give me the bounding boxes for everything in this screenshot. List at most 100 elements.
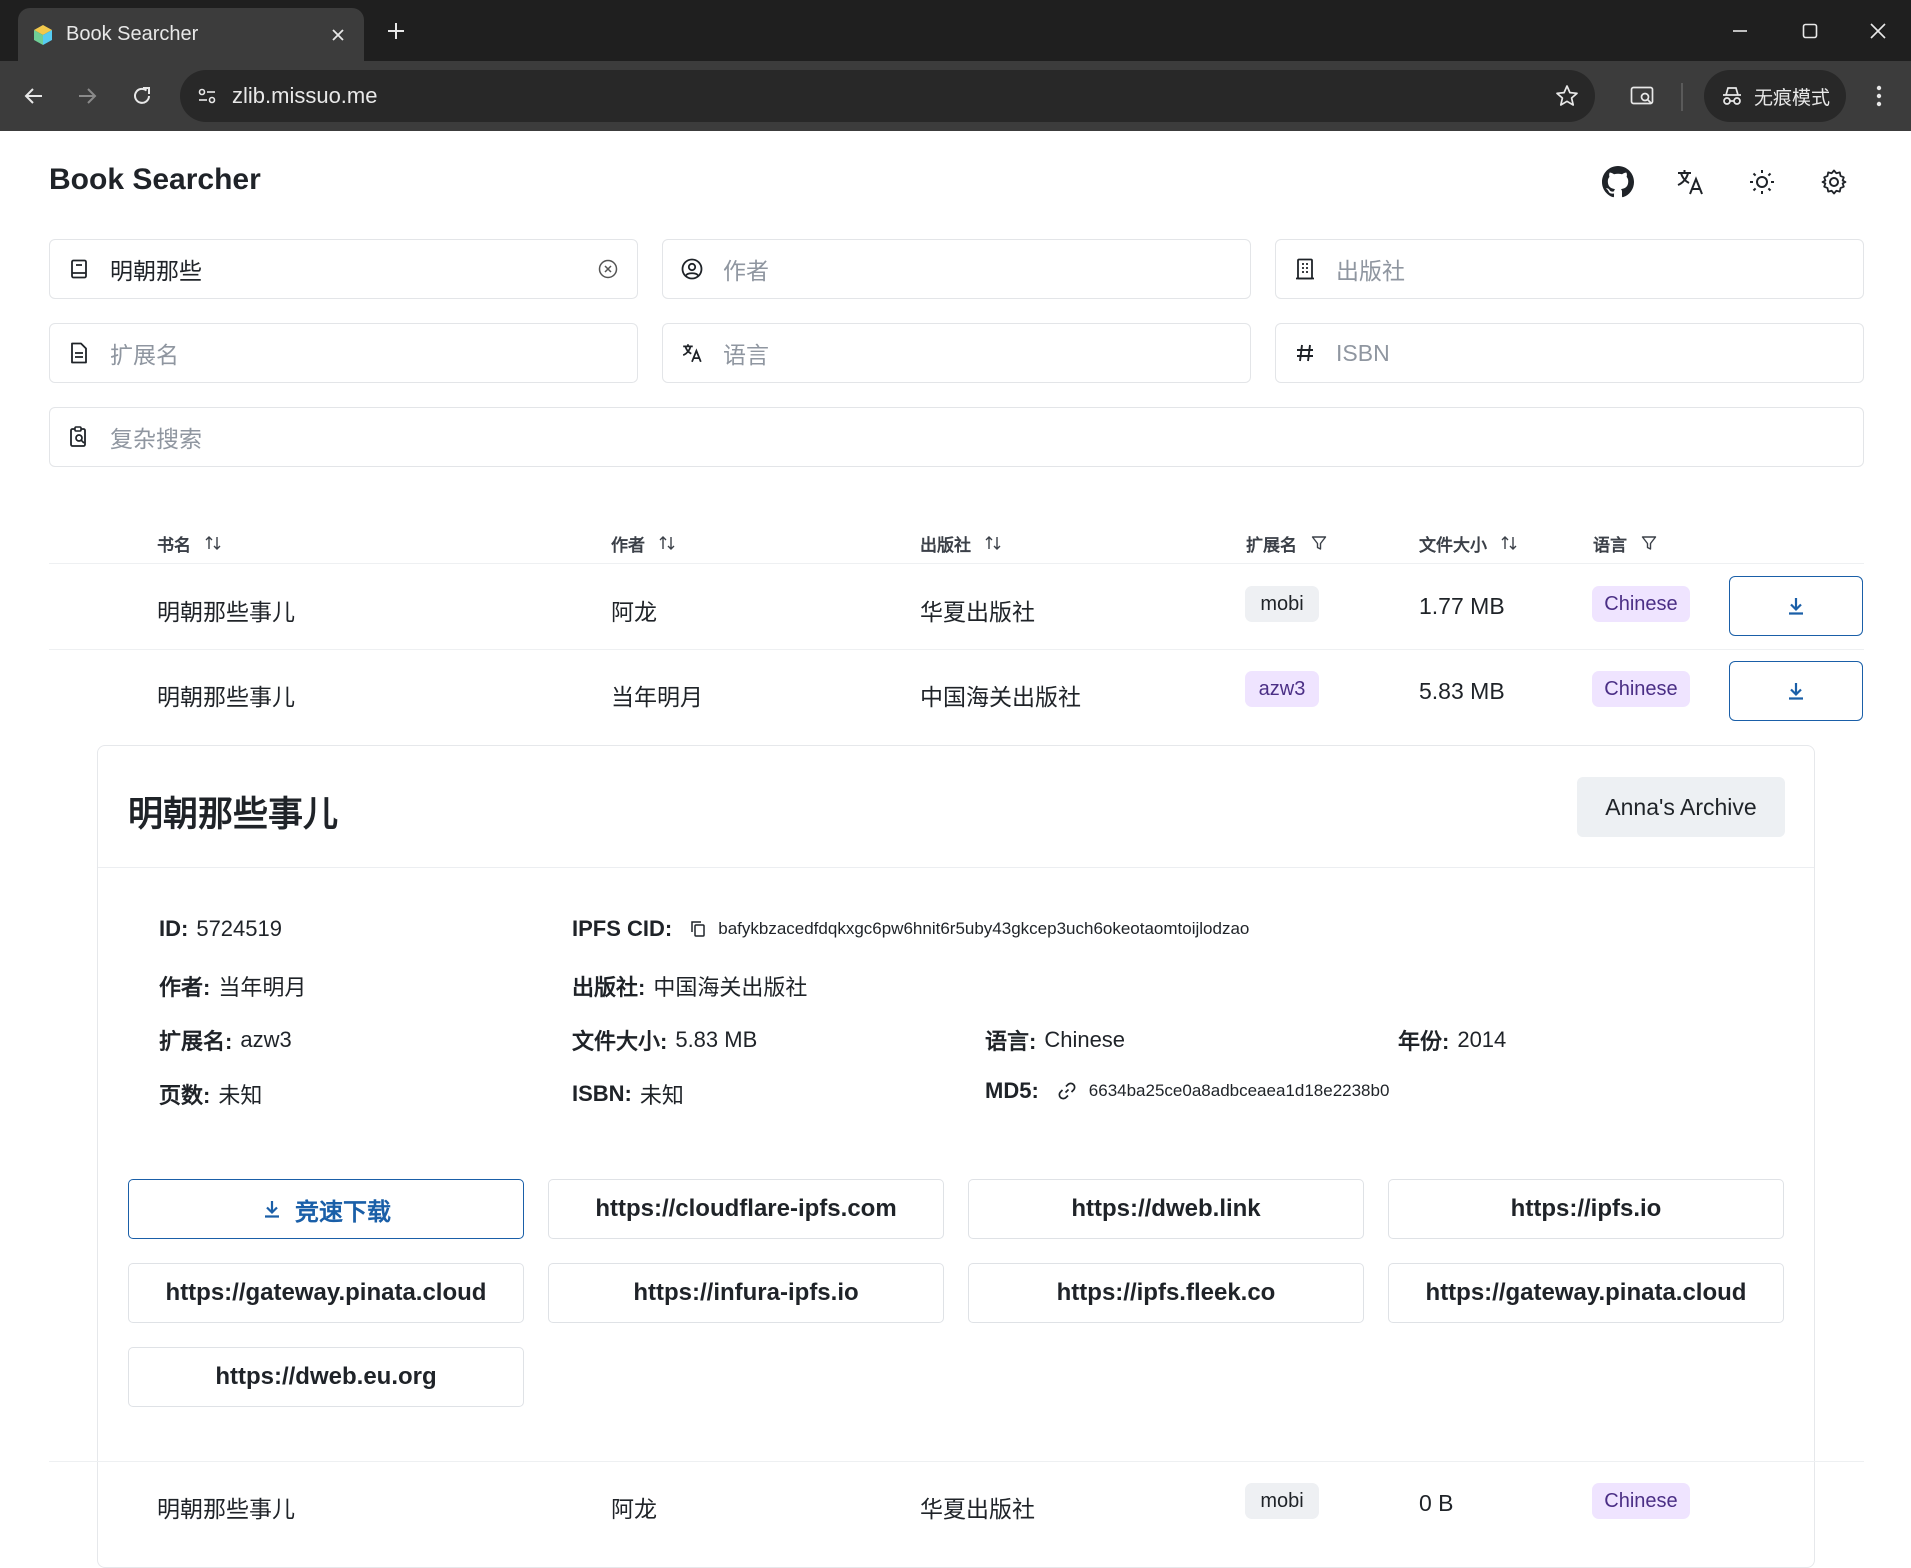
extension-label: 扩展名:: [159, 1029, 233, 1054]
row-publisher: 中国海关出版社: [920, 684, 1081, 710]
header-publisher-label: 出版社: [920, 535, 971, 555]
book-icon: [68, 258, 90, 280]
bookmark-star-icon[interactable]: [1555, 84, 1579, 108]
minimize-icon[interactable]: [1710, 8, 1770, 54]
detail-year: 年份: 2014: [1398, 1024, 1506, 1056]
gateway-link-button[interactable]: https://cloudflare-ipfs.com: [548, 1179, 944, 1239]
tab-close-icon[interactable]: [326, 23, 350, 47]
filter-icon[interactable]: [1641, 535, 1657, 551]
language-label: 语言:: [985, 1029, 1037, 1054]
isbn-value: 未知: [639, 1083, 684, 1108]
incognito-icon: [1720, 86, 1744, 106]
search-tabs-icon[interactable]: [1623, 76, 1663, 116]
isbn-search-input[interactable]: ISBN: [1336, 340, 1845, 367]
row-title: 明朝那些事儿: [157, 599, 295, 625]
back-icon[interactable]: [14, 76, 54, 116]
filesize-label: 文件大小:: [572, 1029, 668, 1054]
language-value: Chinese: [1044, 1027, 1126, 1052]
detail-publisher: 出版社: 中国海关出版社: [572, 970, 807, 1002]
reload-icon[interactable]: [122, 76, 162, 116]
extension-badge: mobi: [1245, 1483, 1319, 1519]
site-favicon-icon: [32, 24, 54, 46]
forward-icon[interactable]: [67, 76, 107, 116]
close-window-icon[interactable]: [1848, 8, 1908, 54]
row-author: 当年明月: [611, 684, 703, 710]
row-author: 阿龙: [611, 599, 657, 625]
github-icon[interactable]: [1597, 161, 1639, 203]
fast-download-button[interactable]: 竞速下载: [128, 1179, 524, 1239]
row-title: 明朝那些事儿: [157, 1496, 295, 1522]
building-icon: [1294, 258, 1316, 280]
annas-archive-button[interactable]: Anna's Archive: [1577, 777, 1785, 837]
gateway-link-button[interactable]: https://gateway.pinata.cloud: [128, 1263, 524, 1323]
file-icon: [68, 342, 90, 364]
pages-label: 页数:: [159, 1083, 211, 1108]
browser-toolbar: zlib.missuo.me 无痕模式: [0, 61, 1911, 131]
language-icon: [681, 342, 703, 364]
sort-icon[interactable]: [1501, 535, 1517, 551]
header-filesize-label: 文件大小: [1419, 535, 1487, 555]
table-divider: [49, 649, 1864, 650]
tab-title: Book Searcher: [66, 23, 199, 45]
translate-icon[interactable]: [1669, 161, 1711, 203]
download-button[interactable]: [1729, 661, 1863, 721]
link-icon[interactable]: [1057, 1081, 1077, 1101]
year-label: 年份:: [1398, 1029, 1450, 1054]
row-title: 明朝那些事儿: [157, 684, 295, 710]
publisher-search-input[interactable]: 出版社: [1336, 252, 1845, 286]
publisher-search-field[interactable]: 出版社: [1275, 239, 1864, 299]
extension-badge: azw3: [1245, 671, 1319, 707]
gateway-link-button[interactable]: https://dweb.eu.org: [128, 1347, 524, 1407]
detail-ipfs-cid: IPFS CID: bafykbzacedfdqkxgc6pw6hnit6r5u…: [572, 916, 1249, 942]
detail-pages: 页数: 未知: [159, 1078, 262, 1110]
settings-gear-icon[interactable]: [1813, 161, 1855, 203]
toolbar-divider: [1681, 83, 1683, 111]
download-button[interactable]: [1729, 576, 1863, 636]
gateway-link-button[interactable]: https://infura-ipfs.io: [548, 1263, 944, 1323]
author-search-field[interactable]: 作者: [662, 239, 1251, 299]
page-content: Book Searcher 明朝那些 作者 出版社 扩展名 语言 ISBN 复杂…: [0, 131, 1911, 1568]
gateway-link-button[interactable]: https://gateway.pinata.cloud: [1388, 1263, 1784, 1323]
sort-icon[interactable]: [659, 535, 675, 551]
clipboard-search-icon: [68, 426, 90, 448]
maximize-icon[interactable]: [1780, 8, 1840, 54]
language-search-field[interactable]: 语言: [662, 323, 1251, 383]
incognito-button[interactable]: 无痕模式: [1704, 70, 1846, 122]
browser-menu-icon[interactable]: [1859, 76, 1899, 116]
extension-search-input[interactable]: 扩展名: [110, 336, 619, 370]
filter-icon[interactable]: [1311, 535, 1327, 551]
fast-download-label: 竞速下载: [295, 1198, 391, 1226]
theme-sun-icon[interactable]: [1741, 161, 1783, 203]
address-bar[interactable]: zlib.missuo.me: [180, 70, 1595, 122]
title-search-input[interactable]: 明朝那些: [110, 252, 597, 286]
gateway-link-button[interactable]: https://ipfs.io: [1388, 1179, 1784, 1239]
url-text[interactable]: zlib.missuo.me: [232, 83, 1555, 109]
detail-author: 作者: 当年明月: [159, 970, 306, 1002]
isbn-search-field[interactable]: ISBN: [1275, 323, 1864, 383]
complex-search-input[interactable]: 复杂搜索: [110, 420, 1845, 454]
site-settings-icon[interactable]: [196, 85, 218, 107]
author-search-input[interactable]: 作者: [723, 252, 1232, 286]
complex-search-field[interactable]: 复杂搜索: [49, 407, 1864, 467]
md5-value[interactable]: 6634ba25ce0a8adbceaea1d18e2238b0: [1089, 1081, 1390, 1101]
title-search-field[interactable]: 明朝那些: [49, 239, 638, 299]
sort-icon[interactable]: [205, 535, 221, 551]
gateway-link-button[interactable]: https://dweb.link: [968, 1179, 1364, 1239]
id-label: ID:: [159, 916, 189, 941]
pages-value: 未知: [218, 1083, 263, 1108]
table-divider: [49, 1461, 1864, 1462]
browser-tab[interactable]: Book Searcher: [18, 8, 364, 61]
clear-input-icon[interactable]: [597, 258, 619, 280]
gateway-link-button[interactable]: https://ipfs.fleek.co: [968, 1263, 1364, 1323]
copy-icon[interactable]: [690, 920, 706, 938]
language-badge: Chinese: [1592, 586, 1690, 622]
new-tab-icon[interactable]: [380, 15, 412, 47]
language-search-input[interactable]: 语言: [723, 336, 1232, 370]
cid-value[interactable]: bafykbzacedfdqkxgc6pw6hnit6r5uby43gkcep3…: [718, 919, 1249, 939]
extension-search-field[interactable]: 扩展名: [49, 323, 638, 383]
app-title: Book Searcher: [49, 163, 261, 196]
header-author-label: 作者: [611, 535, 645, 555]
header-title-label: 书名: [157, 535, 191, 555]
detail-filesize: 文件大小: 5.83 MB: [572, 1024, 757, 1056]
sort-icon[interactable]: [985, 535, 1001, 551]
